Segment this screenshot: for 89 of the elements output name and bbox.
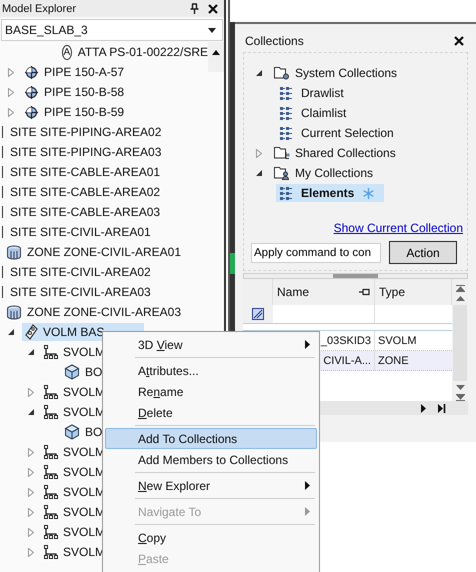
tree-item[interactable]: SITE SITE-CABLE-AREA03 <box>8 203 164 221</box>
expand-arrow-icon[interactable] <box>28 448 34 456</box>
menu-item[interactable]: Add To Collections <box>105 428 317 449</box>
tree-item[interactable]: PIPE 150-B-58 <box>22 83 128 101</box>
hierarchy-icon <box>44 525 58 539</box>
tree-item[interactable]: ZONE ZONE-CIVIL-AREA01 <box>4 243 184 261</box>
expand-arrow-icon[interactable] <box>28 548 34 556</box>
table-cell-text: SVOLM <box>377 334 418 348</box>
hierarchy-icon <box>44 505 58 519</box>
scroll-down-icon[interactable] <box>456 385 464 390</box>
menu-item[interactable]: Add Members to Collections <box>105 449 317 470</box>
filter-icon[interactable] <box>252 308 264 320</box>
tree-item[interactable]: ZONE ZONE-CIVIL-AREA03 <box>4 303 184 321</box>
hierarchy-icon <box>44 485 58 499</box>
menu-item[interactable]: Rename <box>105 381 317 402</box>
tree-item[interactable]: PIPE 150-A-57 <box>22 63 128 81</box>
element-dropdown[interactable]: BASE_SLAB_3 <box>1 19 223 41</box>
zone-icon <box>6 244 22 260</box>
collection-item[interactable]: Shared Collections <box>270 144 400 162</box>
table-cell-text: ZONE <box>377 354 410 368</box>
hierarchy-icon <box>44 545 58 559</box>
cube-icon <box>64 424 80 440</box>
collection-item[interactable]: System Collections <box>270 64 402 82</box>
collection-item[interactable]: Current Selection <box>276 124 398 142</box>
tree-item[interactable]: BO <box>62 423 106 441</box>
scrollbar[interactable] <box>208 42 224 72</box>
tree-item[interactable]: SITE SITE-CABLE-AREA01 <box>8 163 164 181</box>
tree-item[interactable]: PIPE 150-B-59 <box>22 103 128 121</box>
expand-arrow-icon[interactable] <box>28 468 34 476</box>
hierarchy-icon <box>44 405 58 419</box>
collapse-arrow-icon[interactable] <box>28 409 34 415</box>
expand-arrow-icon[interactable] <box>8 68 14 76</box>
expand-arrow-icon[interactable] <box>28 388 34 396</box>
tree-item[interactable]: BO <box>62 363 106 381</box>
dropdown-arrow-icon <box>208 28 216 32</box>
tree-item[interactable]: SITE SITE-CIVIL-AREA03 <box>8 283 154 301</box>
tree-item[interactable]: SITE SITE-CABLE-AREA02 <box>8 183 164 201</box>
collapse-arrow-icon[interactable] <box>8 329 14 335</box>
close-icon[interactable] <box>208 4 218 14</box>
next-icon[interactable] <box>421 404 426 412</box>
splitter-handle[interactable] <box>243 273 468 279</box>
tree-item[interactable]: SITE SITE-PIPING-AREA02 <box>8 123 164 141</box>
action-button[interactable]: Action <box>389 241 457 264</box>
zone-icon <box>6 304 22 320</box>
cube-icon <box>64 364 80 380</box>
folder-user-icon <box>274 166 290 180</box>
collection-item[interactable]: Elements <box>276 184 384 202</box>
hierarchy-icon <box>44 345 58 359</box>
folder-tree-icon <box>274 146 290 160</box>
tree-item[interactable]: SITE SITE-PIPING-AREA03 <box>8 143 164 161</box>
show-current-collection-link[interactable]: Show Current Collection <box>334 221 463 235</box>
pin-icon[interactable] <box>359 288 370 296</box>
scroll-top-icon[interactable] <box>456 285 464 292</box>
scrollbar-thumb[interactable] <box>453 305 467 381</box>
tree-item[interactable]: SITE SITE-CIVIL-AREA02 <box>8 263 154 281</box>
last-icon[interactable] <box>438 404 446 412</box>
hierarchy-icon <box>44 445 58 459</box>
pipe-icon <box>24 64 39 80</box>
folder-gear-icon <box>274 66 290 80</box>
collapse-arrow-icon[interactable] <box>256 170 262 176</box>
panel-title: Collections <box>245 34 304 48</box>
tree-item[interactable]: SITE SITE-CIVIL-AREA01 <box>8 223 154 241</box>
pipe-icon <box>24 104 39 120</box>
command-input-field[interactable]: Apply command to con <box>251 242 381 262</box>
expand-arrow-icon[interactable] <box>28 488 34 496</box>
attachment-badge: A <box>62 44 72 60</box>
expand-arrow-icon[interactable] <box>28 508 34 516</box>
collection-item[interactable]: Drawlist <box>276 84 348 102</box>
pin-icon[interactable] <box>190 3 199 14</box>
collection-item[interactable]: My Collections <box>270 164 378 182</box>
expand-arrow-icon[interactable] <box>28 528 34 536</box>
scroll-up-icon[interactable] <box>212 50 220 55</box>
collapse-arrow-icon[interactable] <box>256 70 262 76</box>
expand-arrow-icon[interactable] <box>8 88 14 96</box>
scroll-bottom-icon[interactable] <box>456 394 464 401</box>
collapse-arrow-icon[interactable] <box>28 349 34 355</box>
menu-item[interactable]: Delete <box>105 402 317 423</box>
collection-item[interactable]: Claimlist <box>276 104 350 122</box>
menu-item[interactable]: Copy <box>105 527 317 548</box>
pipe-icon <box>24 84 39 100</box>
close-icon[interactable] <box>454 36 464 46</box>
column-header[interactable]: Name <box>273 279 375 305</box>
panel-title: Model Explorer <box>2 2 77 14</box>
expand-arrow-icon[interactable] <box>8 108 14 116</box>
hierarchy-icon <box>44 385 58 399</box>
volume-icon <box>24 324 38 340</box>
menu-item[interactable]: New Explorer <box>105 475 317 496</box>
hierarchy-icon <box>44 465 58 479</box>
tree-item[interactable]: ATTA PS-01-00222/SRE <box>78 45 208 59</box>
